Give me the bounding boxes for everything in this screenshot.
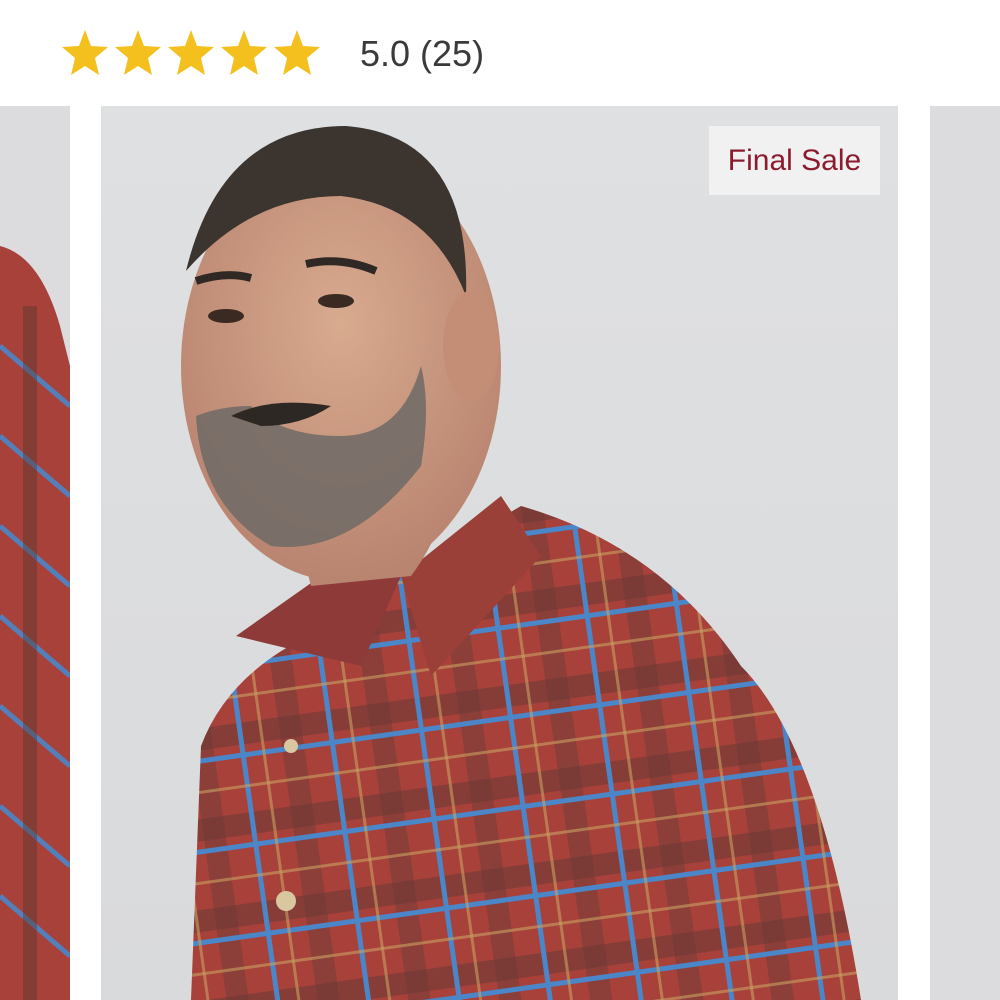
carousel-slide-next[interactable] bbox=[930, 106, 1000, 1000]
final-sale-badge: Final Sale bbox=[709, 126, 880, 195]
model-plaid-shirt-image bbox=[181, 126, 861, 1000]
rating-row[interactable]: 5.0 (25) bbox=[0, 0, 1000, 106]
star-icon bbox=[115, 30, 161, 75]
carousel-slide-main[interactable] bbox=[101, 106, 898, 1000]
star-rating bbox=[60, 28, 325, 78]
next-product-image bbox=[930, 106, 1000, 1000]
product-image-carousel[interactable] bbox=[0, 106, 1000, 1000]
star-icon bbox=[168, 30, 214, 75]
star-icon bbox=[221, 30, 267, 75]
star-icon bbox=[274, 30, 320, 75]
rating-summary[interactable]: 5.0 (25) bbox=[360, 34, 484, 74]
plaid-shirt-sleeve-image bbox=[0, 106, 70, 1000]
star-icon bbox=[62, 30, 108, 75]
carousel-slide-previous[interactable] bbox=[0, 106, 70, 1000]
